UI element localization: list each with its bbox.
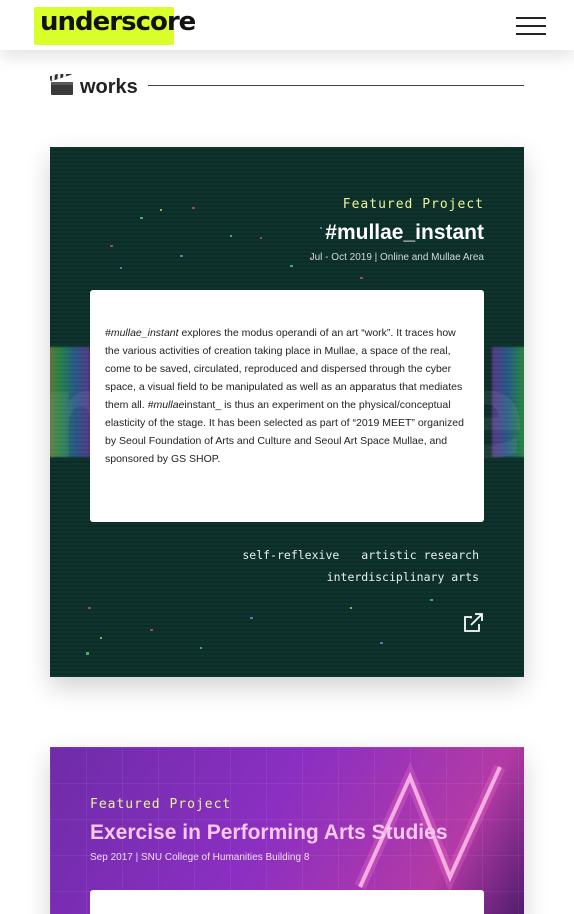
hamburger-menu-icon[interactable] — [514, 14, 548, 38]
project-title[interactable]: Exercise in Performing Arts Studies — [90, 821, 448, 845]
desc-italic: #mullae — [147, 399, 185, 411]
tag-artistic-research[interactable]: artistic research — [361, 544, 479, 566]
menu-bar — [516, 17, 546, 19]
project-description — [90, 890, 484, 914]
clapper-board-icon — [50, 74, 73, 95]
menu-bar — [516, 25, 546, 27]
section-title: works — [80, 76, 138, 98]
logo-text: underscore — [40, 7, 196, 37]
works-section-heading: works — [50, 72, 524, 102]
tag-interdisciplinary-arts[interactable]: interdisciplinary arts — [327, 566, 479, 588]
menu-bar — [516, 33, 546, 35]
desc-italic: #mullae_instant — [105, 327, 179, 339]
project-meta: Sep 2017 | SNU College of Humanities Bui… — [90, 852, 310, 863]
project-title[interactable]: #mullae_instant — [325, 221, 484, 245]
project-meta: Jul - Oct 2019 | Online and Mullae Area — [309, 252, 484, 263]
tag-self-reflexive[interactable]: self-reflexive — [242, 544, 339, 566]
project-card-mullae-instant[interactable]: mullae_instant Featured Project #mullae_… — [50, 147, 524, 677]
project-card-performing-arts[interactable]: Featured Project Exercise in Performing … — [50, 747, 524, 914]
project-tags: self-reflexive artistic research interdis… — [179, 544, 479, 588]
external-link-icon[interactable] — [461, 611, 485, 635]
section-divider — [148, 85, 524, 86]
featured-label: Featured Project — [90, 797, 232, 812]
project-description: #mullae_instant explores the modus opera… — [90, 290, 484, 522]
featured-label: Featured Project — [342, 197, 484, 212]
site-logo[interactable]: underscore — [34, 5, 196, 45]
site-header: underscore — [0, 0, 574, 50]
